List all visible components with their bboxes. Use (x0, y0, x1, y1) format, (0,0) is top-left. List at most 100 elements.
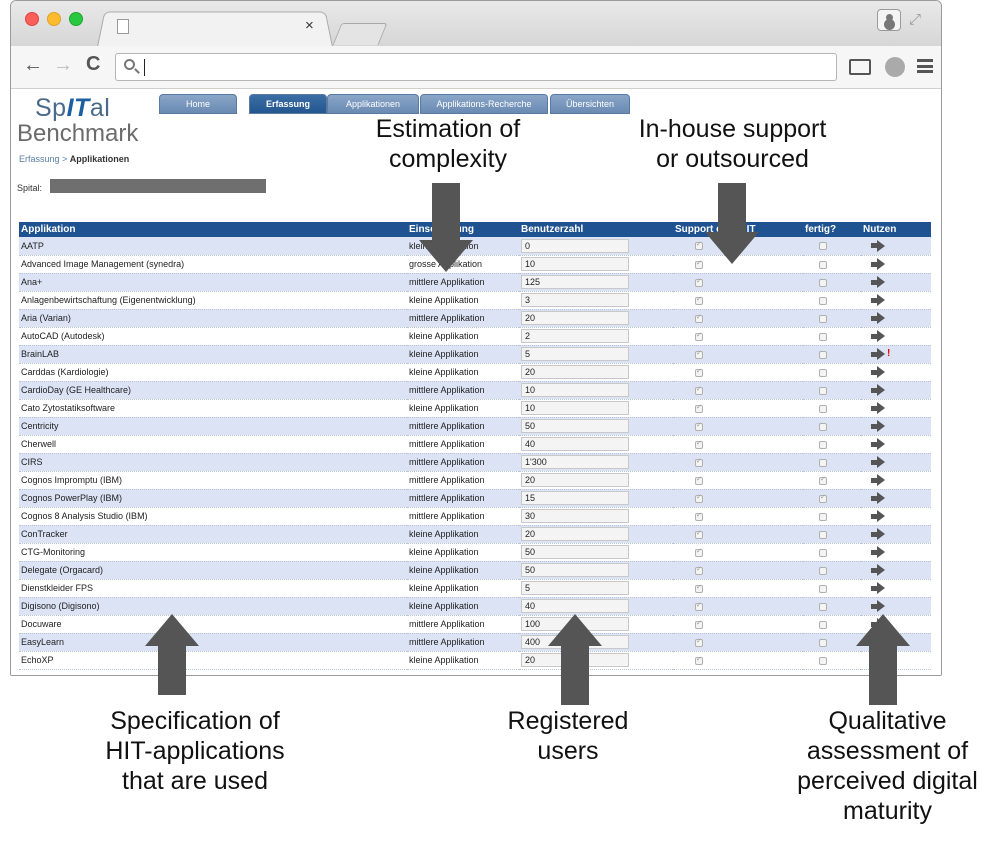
user-count-input[interactable]: 20 (521, 473, 629, 487)
support-checkbox[interactable] (695, 637, 703, 647)
size-estimate[interactable]: kleine Applikation (407, 597, 519, 616)
done-checkbox[interactable] (819, 548, 827, 557)
arrow-right-icon[interactable] (871, 420, 885, 432)
support-checkbox[interactable] (695, 331, 703, 341)
column-header[interactable]: fertig? (803, 222, 861, 237)
size-estimate[interactable]: mittlere Applikation (407, 435, 519, 454)
done-checkbox[interactable] (819, 530, 827, 539)
support-checkbox[interactable] (695, 475, 703, 485)
arrow-right-icon[interactable] (871, 510, 885, 522)
done-checkbox[interactable] (819, 584, 827, 593)
done-checkbox[interactable] (819, 422, 827, 431)
arrow-right-icon[interactable] (871, 312, 885, 324)
arrow-right-icon[interactable] (871, 438, 885, 450)
done-checkbox[interactable] (819, 404, 827, 413)
done-checkbox[interactable] (819, 314, 827, 323)
size-estimate[interactable]: mittlere Applikation (407, 273, 519, 292)
minimize-dot-icon[interactable] (47, 12, 61, 26)
forward-icon[interactable]: → (53, 54, 73, 77)
done-checkbox[interactable] (819, 242, 827, 251)
user-count-input[interactable]: 10 (521, 383, 629, 397)
table-row[interactable]: Delegate (Orgacard) kleine Applikation 50 (19, 561, 931, 580)
support-checkbox[interactable] (695, 295, 703, 305)
user-count-input[interactable]: 20 (521, 311, 629, 325)
extension-icon[interactable] (885, 57, 905, 77)
user-count-input[interactable]: 10 (521, 401, 629, 415)
support-checkbox[interactable] (695, 619, 703, 629)
nav-tab-home[interactable]: Home (159, 94, 237, 114)
done-checkbox[interactable] (819, 296, 827, 305)
table-row[interactable]: Cherwell mittlere Applikation 40 (19, 435, 931, 454)
arrow-right-icon[interactable] (871, 330, 885, 342)
table-row[interactable]: Carddas (Kardiologie) kleine Applikation 2… (19, 363, 931, 382)
table-row[interactable]: Dienstkleider FPS kleine Applikation 5 (19, 579, 931, 598)
done-checkbox[interactable] (819, 602, 827, 611)
maximize-dot-icon[interactable] (69, 12, 83, 26)
app-logo[interactable]: SpITal (35, 94, 110, 123)
done-checkbox[interactable] (819, 440, 827, 449)
support-checkbox[interactable] (695, 277, 703, 287)
user-count-input[interactable]: 3 (521, 293, 629, 307)
size-estimate[interactable]: kleine Applikation (407, 327, 519, 346)
size-estimate[interactable]: kleine Applikation (407, 291, 519, 310)
support-checkbox[interactable] (695, 511, 703, 521)
size-estimate[interactable]: kleine Applikation (407, 543, 519, 562)
table-row[interactable]: CardioDay (GE Healthcare) mittlere Applik… (19, 381, 931, 400)
table-row[interactable]: Cognos PowerPlay (IBM) mittlere Applikati… (19, 489, 931, 508)
support-checkbox[interactable] (695, 601, 703, 611)
user-count-input[interactable]: 15 (521, 491, 629, 505)
support-checkbox[interactable] (695, 313, 703, 323)
size-estimate[interactable]: mittlere Applikation (407, 471, 519, 490)
close-dot-icon[interactable] (25, 12, 39, 26)
support-checkbox[interactable] (695, 547, 703, 557)
arrow-right-icon[interactable] (871, 402, 885, 414)
user-count-input[interactable]: 40 (521, 437, 629, 451)
size-estimate[interactable]: kleine Applikation (407, 561, 519, 580)
arrow-right-icon[interactable] (871, 366, 885, 378)
arrow-right-icon[interactable] (871, 348, 885, 360)
size-estimate[interactable]: kleine Applikation (407, 651, 519, 670)
done-checkbox[interactable] (819, 260, 827, 269)
support-checkbox[interactable] (695, 565, 703, 575)
arrow-right-icon[interactable] (871, 258, 885, 270)
back-icon[interactable]: ← (23, 54, 43, 77)
address-bar[interactable] (115, 53, 837, 81)
support-checkbox[interactable] (695, 529, 703, 539)
table-row[interactable]: ConTracker kleine Applikation 20 (19, 525, 931, 544)
support-checkbox[interactable] (695, 655, 703, 665)
new-tab-button[interactable] (332, 23, 388, 45)
table-row[interactable]: CTG-Monitoring kleine Applikation 50 (19, 543, 931, 562)
size-estimate[interactable]: mittlere Applikation (407, 453, 519, 472)
table-row[interactable]: EchoXP kleine Applikation 20 (19, 651, 931, 670)
done-checkbox[interactable] (819, 458, 827, 467)
arrow-right-icon[interactable] (871, 276, 885, 288)
size-estimate[interactable]: mittlere Applikation (407, 615, 519, 634)
arrow-right-icon[interactable] (871, 492, 885, 504)
table-row[interactable]: AATP kleine Applikation 0 (19, 237, 931, 256)
size-estimate[interactable]: mittlere Applikation (407, 489, 519, 508)
user-count-input[interactable]: 5 (521, 347, 629, 361)
arrow-right-icon[interactable] (871, 474, 885, 486)
table-row[interactable]: Ana+ mittlere Applikation 125 (19, 273, 931, 292)
size-estimate[interactable]: mittlere Applikation (407, 309, 519, 328)
support-checkbox[interactable] (695, 439, 703, 449)
size-estimate[interactable]: mittlere Applikation (407, 633, 519, 652)
size-estimate[interactable]: kleine Applikation (407, 399, 519, 418)
user-count-input[interactable]: 30 (521, 509, 629, 523)
support-checkbox[interactable] (695, 403, 703, 413)
user-count-input[interactable]: 0 (521, 238, 629, 253)
support-checkbox[interactable] (695, 259, 703, 269)
user-count-input[interactable]: 2 (521, 329, 629, 343)
arrow-right-icon[interactable] (871, 294, 885, 306)
column-header[interactable]: Einschätzung (407, 222, 519, 237)
table-row[interactable]: CIRS mittlere Applikation 1'300 (19, 453, 931, 472)
done-checkbox[interactable] (819, 620, 827, 629)
nav-tab-applikationen[interactable]: Applikationen (327, 94, 419, 114)
done-checkbox[interactable] (819, 566, 827, 575)
arrow-right-icon[interactable] (871, 384, 885, 396)
arrow-right-icon[interactable] (871, 546, 885, 558)
column-header[interactable]: Applikation (19, 222, 407, 237)
support-checkbox[interactable] (695, 349, 703, 359)
table-row[interactable]: BrainLABkleine Applikation5! (19, 345, 931, 364)
done-checkbox[interactable] (819, 386, 827, 395)
